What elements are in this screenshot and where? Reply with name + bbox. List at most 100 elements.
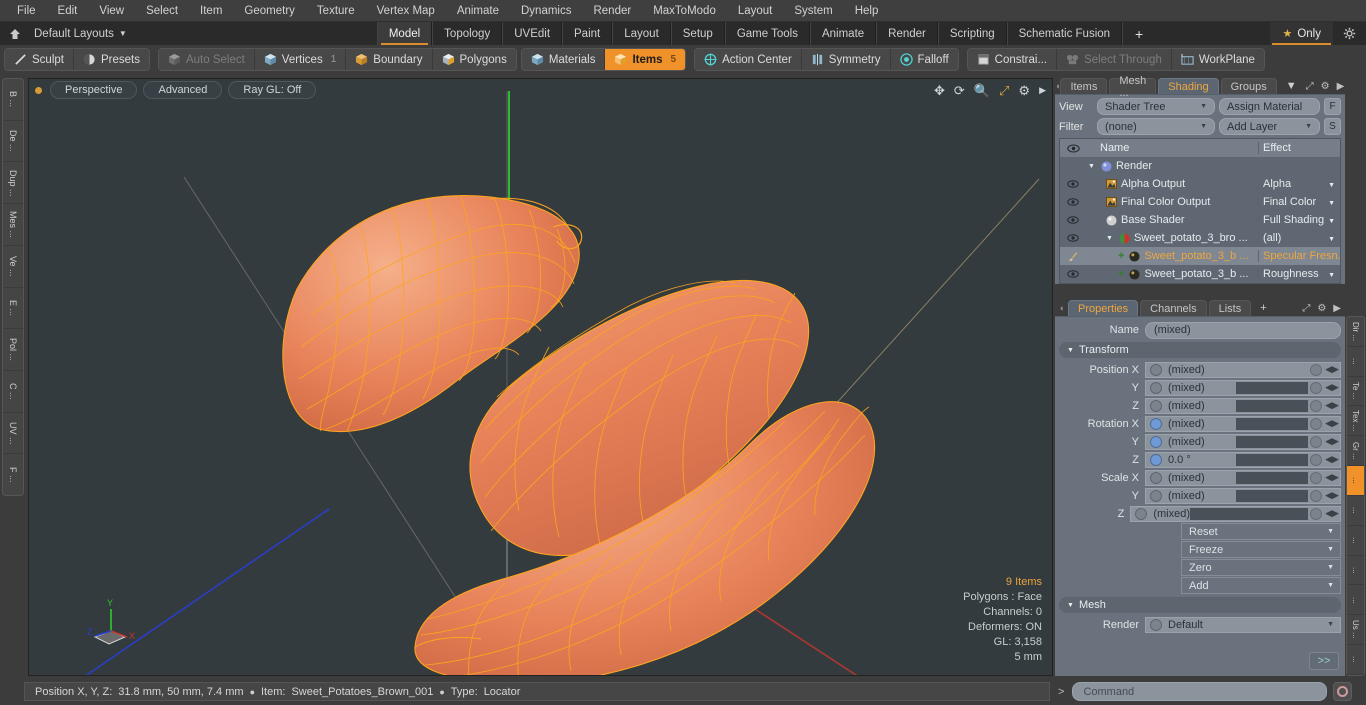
viewport-raygl-selector[interactable]: Ray GL: Off <box>228 81 317 99</box>
value-knob[interactable] <box>1310 363 1322 376</box>
value-knob[interactable] <box>1310 435 1322 448</box>
transform-row-field[interactable]: (mixed) ◀▶ <box>1145 487 1341 504</box>
menu-item-view[interactable]: View <box>88 3 135 19</box>
layout-tab-animate[interactable]: Animate <box>809 22 877 45</box>
animate-radio[interactable] <box>1150 399 1162 412</box>
assign-material-button[interactable]: Assign Material <box>1219 98 1320 115</box>
gear-icon[interactable]: ⚙ <box>1018 84 1030 97</box>
animate-radio[interactable] <box>1150 489 1162 502</box>
shader-tree-row[interactable]: + Sweet_potato_3_b ... Specular Fresn... <box>1060 247 1340 265</box>
tool-button-sculpt[interactable]: Sculpt <box>5 49 74 70</box>
properties-tab-lists[interactable]: Lists <box>1208 300 1252 316</box>
properties-tab-properties[interactable]: Properties <box>1068 300 1139 316</box>
action-dropdown-reset[interactable]: Reset ▼ <box>1181 523 1341 540</box>
tool-button-materials[interactable]: Materials <box>521 49 606 70</box>
shader-tree-row-effect[interactable]: (all) ▼ <box>1258 232 1340 244</box>
tool-button-symmetry[interactable]: Symmetry <box>801 49 891 70</box>
layout-tab-topology[interactable]: Topology <box>432 22 503 45</box>
left-rail-item-8[interactable]: UV ... <box>3 413 23 455</box>
right-rail-item-6[interactable]: ... <box>1347 496 1364 526</box>
more-options-button[interactable]: >> <box>1309 652 1339 670</box>
s-button[interactable]: S <box>1324 118 1341 135</box>
left-rail-item-4[interactable]: Ve ... <box>3 246 23 288</box>
layout-tab-layout[interactable]: Layout <box>612 22 671 45</box>
move-icon[interactable]: ✥ <box>934 84 945 97</box>
menu-item-vertex-map[interactable]: Vertex Map <box>366 3 446 19</box>
animate-radio[interactable] <box>1150 435 1162 448</box>
3d-viewport[interactable]: Perspective Advanced Ray GL: Off ✥ ⟳ 🔍 ⤢… <box>28 78 1053 676</box>
eye-icon[interactable] <box>1060 180 1086 188</box>
animate-radio[interactable] <box>1150 363 1162 376</box>
transform-section-header[interactable]: ▼ Transform <box>1059 342 1341 358</box>
tool-button-falloff[interactable]: Falloff <box>890 49 958 70</box>
transform-row-field[interactable]: (mixed) ◀▶ <box>1130 505 1341 522</box>
left-rail-item-5[interactable]: E ... <box>3 288 23 330</box>
right-rail-item-4[interactable]: Gr ... <box>1347 436 1364 467</box>
menu-item-texture[interactable]: Texture <box>306 3 366 19</box>
transform-row-field[interactable]: (mixed) ◀▶ <box>1145 469 1341 486</box>
menu-item-item[interactable]: Item <box>189 3 233 19</box>
shader-tree-row-effect[interactable]: Specular Fresn... <box>1258 250 1340 262</box>
value-bar[interactable] <box>1236 453 1308 466</box>
animate-radio[interactable] <box>1150 453 1162 466</box>
menu-item-help[interactable]: Help <box>844 3 890 19</box>
action-dropdown-freeze[interactable]: Freeze ▼ <box>1181 541 1341 558</box>
transform-row-field[interactable]: (mixed) ◀▶ <box>1145 397 1341 414</box>
layout-tab-render[interactable]: Render <box>876 22 938 45</box>
spinner-icon[interactable]: ◀▶ <box>1324 472 1340 483</box>
right-rail-item-8[interactable]: ... <box>1347 556 1364 586</box>
left-rail-item-0[interactable]: B ... <box>3 79 23 121</box>
layout-tab-schematic-fusion[interactable]: Schematic Fusion <box>1006 22 1123 45</box>
right-rail-item-11[interactable]: ... <box>1347 645 1364 675</box>
expand-icon[interactable]: ⤢ <box>1302 303 1310 314</box>
animate-radio[interactable] <box>1150 471 1162 484</box>
shader-tree-row[interactable]: ▼ Sweet_potato_3_bro ... (all) ▼ <box>1060 229 1340 247</box>
add-layer-dropdown[interactable]: Add Layer ▼ <box>1219 118 1320 135</box>
value-bar[interactable] <box>1236 381 1308 394</box>
tool-button-presets[interactable]: Presets <box>73 49 149 70</box>
layout-tab-paint[interactable]: Paint <box>562 22 613 45</box>
layout-tab-uvedit[interactable]: UVEdit <box>502 22 563 45</box>
shader-tree-row[interactable]: Final Color Output Final Color ▼ <box>1060 193 1340 211</box>
value-knob[interactable] <box>1310 417 1322 430</box>
value-bar[interactable] <box>1236 435 1308 448</box>
menu-item-maxtomodo[interactable]: MaxToModo <box>642 3 727 19</box>
menu-item-animate[interactable]: Animate <box>446 3 510 19</box>
add-layout-button[interactable]: + <box>1122 22 1155 45</box>
tool-button-vertices[interactable]: Vertices 1 <box>254 49 347 70</box>
tool-button-items[interactable]: Items 5 <box>605 49 686 70</box>
action-dropdown-zero[interactable]: Zero ▼ <box>1181 559 1341 576</box>
layout-tab-setup[interactable]: Setup <box>670 22 725 45</box>
transform-row-field[interactable]: (mixed) ◀▶ <box>1145 379 1341 396</box>
value-knob[interactable] <box>1310 381 1322 394</box>
menu-item-edit[interactable]: Edit <box>47 3 89 19</box>
value-knob[interactable] <box>1310 489 1322 502</box>
tree-expander-icon[interactable]: ▼ <box>1106 235 1113 242</box>
animate-radio[interactable] <box>1135 507 1148 520</box>
value-bar[interactable] <box>1236 489 1308 502</box>
spinner-icon[interactable]: ◀▶ <box>1324 490 1340 501</box>
value-bar[interactable] <box>1190 507 1308 520</box>
name-field[interactable]: (mixed) <box>1145 321 1341 339</box>
zoom-icon[interactable]: 🔍 <box>974 84 990 97</box>
layout-tab-model[interactable]: Model <box>376 22 433 45</box>
expand-icon[interactable]: ⤢ <box>1306 81 1314 92</box>
transform-row-field[interactable]: 0.0 ° ◀▶ <box>1145 451 1341 468</box>
filter-dropdown[interactable]: (none) ▼ <box>1097 118 1215 135</box>
record-icon[interactable] <box>1333 682 1353 701</box>
spinner-icon[interactable]: ◀▶ <box>1324 508 1340 519</box>
tool-button-select-through[interactable]: Select Through <box>1057 49 1172 70</box>
shading-tab-groups[interactable]: Groups <box>1220 78 1277 94</box>
tree-plus-icon[interactable]: + <box>1118 268 1124 280</box>
default-layouts-selector[interactable]: Default Layouts ▼ <box>30 22 137 45</box>
menu-item-select[interactable]: Select <box>135 3 189 19</box>
viewport-projection-selector[interactable]: Perspective <box>50 81 138 99</box>
right-rail-item-5[interactable]: ... <box>1347 466 1364 496</box>
home-icon[interactable] <box>0 22 30 45</box>
transform-row-field[interactable]: (mixed) ◀▶ <box>1145 361 1341 378</box>
shader-tree-row[interactable]: Alpha Output Alpha ▼ <box>1060 175 1340 193</box>
f-button[interactable]: F <box>1324 98 1341 115</box>
right-rail-item-7[interactable]: ... <box>1347 526 1364 556</box>
tool-button-boundary[interactable]: Boundary <box>346 49 433 70</box>
animate-radio[interactable] <box>1150 417 1162 430</box>
